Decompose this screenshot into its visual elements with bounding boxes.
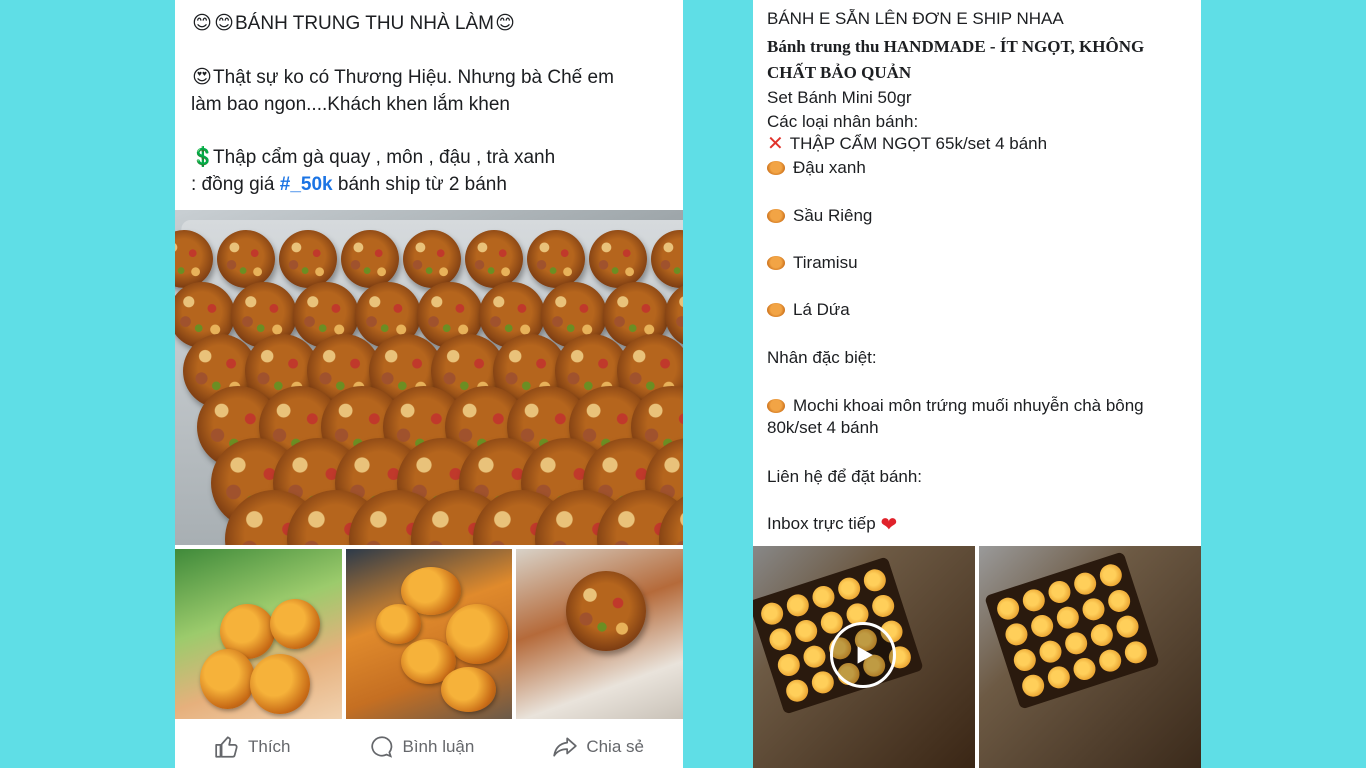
- share-icon: [553, 736, 578, 757]
- special-item-text: Mochi khoai môn trứng muối nhuyễn chà bô…: [793, 396, 1144, 415]
- filling-item-2: Sầu Riêng: [767, 205, 1191, 227]
- main-mooncake-photo[interactable]: [175, 210, 683, 545]
- description-line-2: làm bao ngon....Khách khen lắm khen: [191, 94, 510, 115]
- mooncake-ball: [279, 230, 337, 288]
- description-line-1: Thật sự ko có Thương Hiệu. Nhưng bà Chế …: [213, 67, 614, 88]
- price-suffix: bánh ship từ 2 bánh: [332, 174, 507, 195]
- special-heading: Nhân đặc biệt:: [767, 348, 877, 367]
- contact-line-text: Inbox trực tiếp: [767, 514, 876, 533]
- post-description: 😍Thật sự ko có Thương Hiệu. Nhưng bà Chế…: [191, 64, 673, 118]
- left-post-card: 😊 😊BÁNH TRUNG THU NHÀ LÀM😊 😍Thật sự ko có…: [175, 0, 683, 768]
- post-price: 💲Thập cẩm gà quay , môn , đậu , trà xanh…: [191, 144, 673, 198]
- filling-item-1-text: Đậu xanh: [793, 158, 866, 177]
- set-info: Set Bánh Mini 50gr: [767, 88, 912, 107]
- mooncake-box-photo[interactable]: [979, 546, 1201, 768]
- post-headline: BÁNH E SẴN LÊN ĐƠN E SHIP NHAA: [767, 9, 1064, 28]
- comment-button[interactable]: Bình luận: [369, 734, 475, 760]
- post-title: 😊 😊BÁNH TRUNG THU NHÀ LÀM😊: [191, 10, 673, 37]
- play-icon: [857, 646, 873, 664]
- mooncake-ball: [566, 571, 646, 651]
- thumbnail-photo-3[interactable]: [516, 549, 683, 719]
- price-prefix: : đồng giá: [191, 174, 280, 195]
- mooncake-ball: [217, 230, 275, 288]
- post-title-text: BÁNH TRUNG THU NHÀ LÀM: [235, 13, 494, 34]
- filling-mixed-text: THẬP CẨM NGỌT 65k/set 4 bánh: [789, 134, 1048, 153]
- post-subheadline-1: Bánh trung thu HANDMADE - ÍT NGỌT, KHÔNG: [767, 37, 1145, 56]
- mooncake: [441, 667, 496, 712]
- smiling-face-icon: 😊: [192, 13, 212, 34]
- fillings-heading: Các loại nhân bánh:: [767, 112, 919, 131]
- special-item: Mochi khoai môn trứng muối nhuyễn chà bô…: [767, 395, 1191, 439]
- mooncake-half: [250, 654, 310, 714]
- heart-eyes-icon: 😍: [192, 67, 212, 88]
- play-button[interactable]: [830, 622, 896, 688]
- video-thumbnail[interactable]: [753, 546, 975, 768]
- thumbnail-photo-2[interactable]: [346, 549, 512, 719]
- mooncake-box: [984, 551, 1160, 710]
- mooncake: [446, 604, 508, 664]
- mooncake-ball: [403, 230, 461, 288]
- like-button[interactable]: Thích: [214, 734, 291, 760]
- smiling-face-icon: 😊: [214, 13, 234, 34]
- filling-item-1: Đậu xanh: [767, 157, 1191, 179]
- post-action-bar: Thích Bình luận Chia sẻ: [175, 725, 683, 768]
- filling-item-3-text: Tiramisu: [793, 253, 858, 272]
- smiling-face-icon: 😊: [495, 13, 515, 34]
- mooncake: [376, 604, 421, 644]
- money-icon: 💲: [191, 147, 215, 168]
- mooncake-icon: [767, 256, 785, 270]
- filling-item-2-text: Sầu Riêng: [793, 206, 873, 225]
- mooncake-icon: [767, 303, 785, 317]
- contact-heading: Liên hệ để đặt bánh:: [767, 467, 923, 486]
- price-line-1: Thập cẩm gà quay , môn , đậu , trà xanh: [213, 147, 556, 168]
- mooncake-ball: [527, 230, 585, 288]
- mooncake-icon: [767, 399, 785, 413]
- heart-icon: ❤: [880, 514, 898, 536]
- cross-mark-icon: ✕: [767, 133, 784, 155]
- special-item-price: 80k/set 4 bánh: [767, 418, 879, 437]
- mooncake-ball: [341, 230, 399, 288]
- mooncake-ball: [589, 230, 647, 288]
- mooncake-icon: [767, 209, 785, 223]
- filling-mixed: ✕ THẬP CẨM NGỌT 65k/set 4 bánh: [767, 133, 1191, 155]
- filling-item-3: Tiramisu: [767, 252, 1191, 274]
- thumbnail-photo-1[interactable]: [175, 549, 342, 719]
- mooncake-ball: [465, 230, 523, 288]
- mooncake-icon: [767, 161, 785, 175]
- price-hashtag-link[interactable]: #_50k: [280, 174, 333, 195]
- mooncake-half: [200, 649, 255, 709]
- share-label: Chia sẻ: [586, 736, 644, 756]
- post-subheadline-2: CHẤT BẢO QUẢN: [767, 63, 912, 82]
- mooncake-half: [270, 599, 320, 649]
- thumbnail-row: [175, 549, 683, 719]
- like-label: Thích: [247, 736, 291, 756]
- filling-item-4-text: Lá Dứa: [793, 300, 850, 319]
- comment-label: Bình luận: [402, 736, 475, 756]
- thumbs-up-icon: [215, 735, 238, 758]
- share-button[interactable]: Chia sẻ: [552, 734, 644, 760]
- right-post-card: BÁNH E SẴN LÊN ĐƠN E SHIP NHAA Bánh trun…: [753, 0, 1201, 768]
- comment-icon: [370, 735, 392, 758]
- contact-line: Inbox trực tiếp ❤: [767, 513, 1191, 536]
- filling-item-4: Lá Dứa: [767, 299, 1191, 321]
